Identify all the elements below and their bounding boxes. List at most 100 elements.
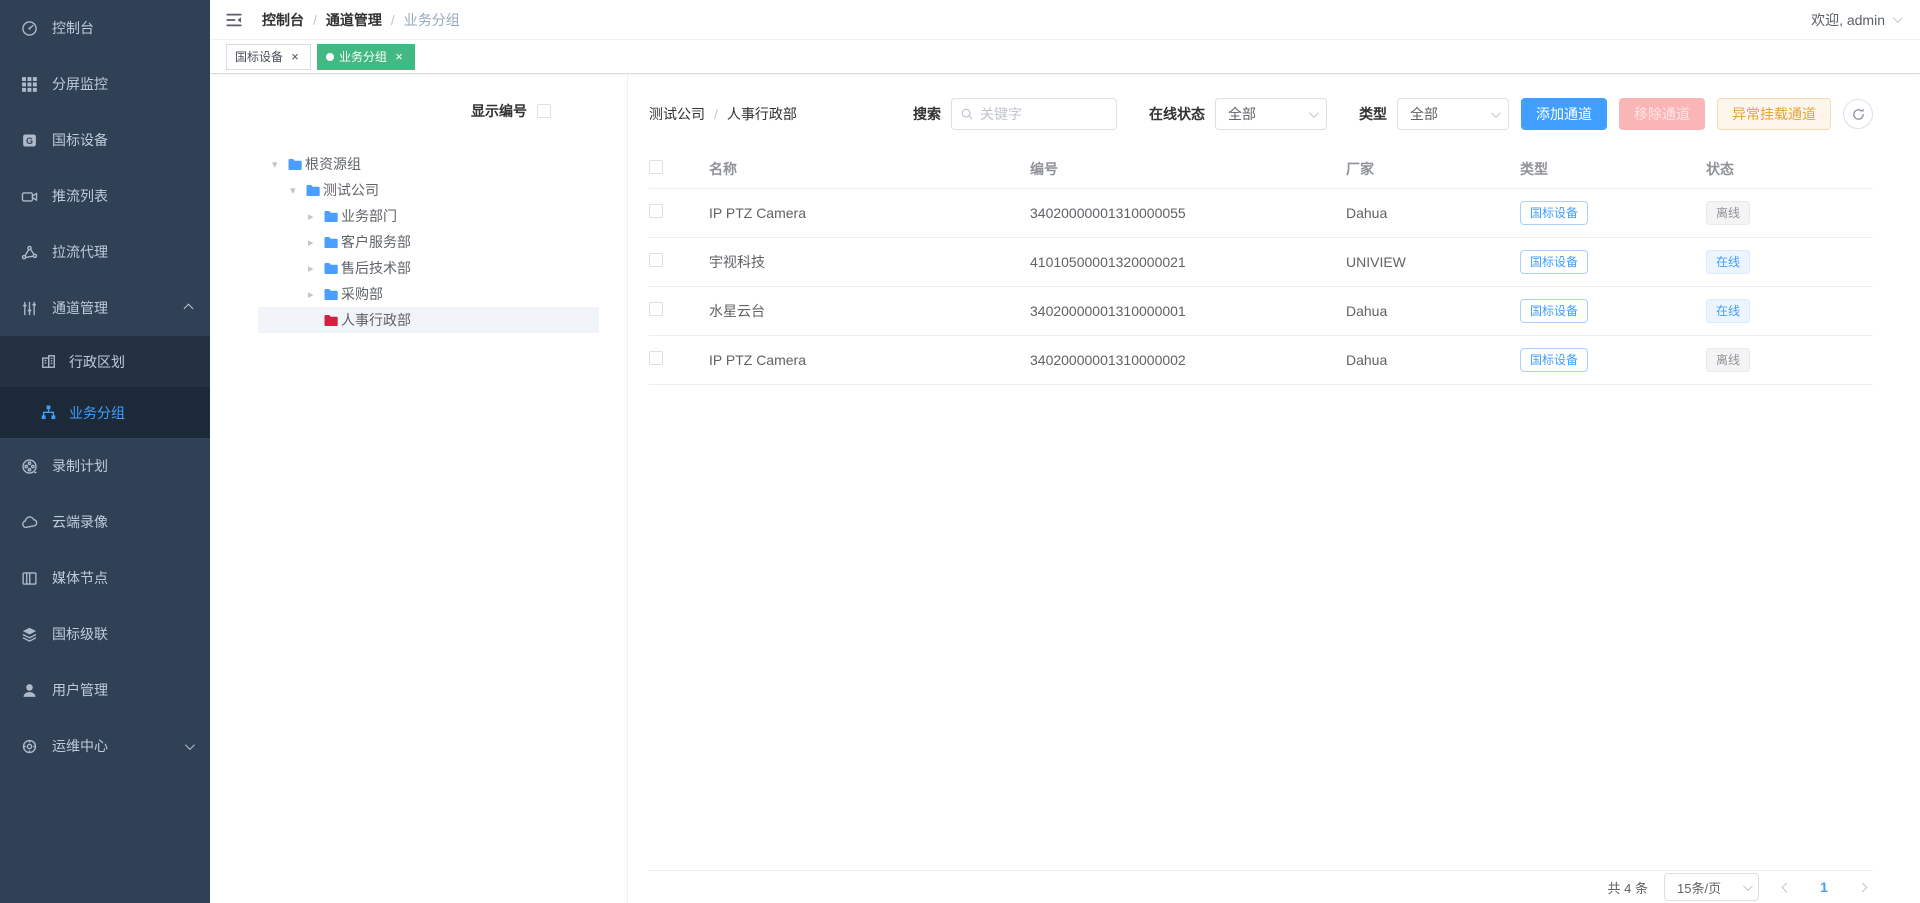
cell-vendor: Dahua	[1346, 335, 1520, 384]
tree-node-test-company[interactable]: ▾测试公司	[258, 177, 599, 203]
status-badge: 离线	[1706, 201, 1750, 225]
sidebar-item-label: 拉流代理	[52, 242, 108, 262]
abnormal-mount-channel-button[interactable]: 异常挂载通道	[1717, 98, 1831, 130]
cell-vendor: UNIVIEW	[1346, 237, 1520, 286]
sidebar-item-label: 国标设备	[52, 130, 108, 150]
sidebar-item-gb-cascade[interactable]: 国标级联	[0, 606, 210, 662]
sidebar-item-business-group[interactable]: 业务分组	[0, 387, 210, 438]
online-status-label: 在线状态	[1149, 104, 1205, 124]
close-icon[interactable]: ×	[288, 50, 302, 64]
next-page-button[interactable]	[1851, 876, 1873, 898]
chevron-down-icon	[1491, 108, 1501, 118]
sidebar-item-push-stream-list[interactable]: 推流列表	[0, 168, 210, 224]
sidebar-item-user-management[interactable]: 用户管理	[0, 662, 210, 718]
toolbar: 测试公司 / 人事行政部 搜索 在线状态 全部	[649, 98, 1873, 130]
sidebar-item-label: 控制台	[52, 18, 94, 38]
sidebar-item-label: 媒体节点	[52, 568, 108, 588]
sliders-icon	[20, 299, 38, 317]
tree-node-purchasing-dept[interactable]: ▸采购部	[258, 281, 599, 307]
sidebar-item-label: 用户管理	[52, 680, 108, 700]
col-type: 类型	[1520, 150, 1706, 188]
sidebar-item-label: 业务分组	[69, 403, 125, 423]
show-number-checkbox[interactable]	[537, 104, 551, 118]
page-size-select[interactable]: 15条/页	[1664, 873, 1759, 901]
chevron-down-icon	[185, 740, 195, 750]
breadcrumb-channel-management[interactable]: 通道管理	[326, 10, 382, 30]
sidebar-item-media-nodes[interactable]: 媒体节点	[0, 550, 210, 606]
col-name: 名称	[709, 150, 1030, 188]
tree-node-root-resource-group[interactable]: ▾ 根资源组	[258, 151, 599, 177]
type-select[interactable]: 全部	[1397, 98, 1509, 130]
type-tag[interactable]: 国标设备	[1520, 201, 1588, 225]
tree-node-business-dept[interactable]: ▸ 业务部门	[258, 203, 599, 229]
remove-channel-button[interactable]: 移除通道	[1619, 98, 1705, 130]
row-checkbox[interactable]	[649, 253, 663, 267]
caret-expanded-icon[interactable]: ▾	[272, 158, 287, 171]
tree-node-hr-admin-dept[interactable]: 人事行政部	[258, 307, 599, 333]
welcome-text: 欢迎, admin	[1811, 10, 1885, 30]
caret-collapsed-icon[interactable]: ▸	[308, 262, 323, 275]
sidebar-item-pull-stream-proxy[interactable]: 拉流代理	[0, 224, 210, 280]
table-row: IP PTZ Camera34020000001310000055Dahua国标…	[649, 188, 1873, 237]
select-all-checkbox[interactable]	[649, 160, 663, 174]
sidebar-item-cloud-recording[interactable]: 云端录像	[0, 494, 210, 550]
sidebar-item-channel-management[interactable]: 通道管理	[0, 280, 210, 336]
user-menu[interactable]: 欢迎, admin	[1811, 10, 1900, 30]
tabs-bar: 国标设备×业务分组×	[210, 40, 1920, 74]
refresh-button[interactable]	[1843, 99, 1873, 129]
tree-node-label: 业务部门	[341, 206, 397, 226]
sidebar-item-label: 国标级联	[52, 624, 108, 644]
folder-icon	[287, 157, 303, 171]
sidebar-item-split-screen-monitor[interactable]: 分屏监控	[0, 56, 210, 112]
hamburger-icon[interactable]	[224, 10, 244, 30]
cell-name: 水星云台	[709, 286, 1030, 335]
tree-node-customer-service-dept[interactable]: ▸客户服务部	[258, 229, 599, 255]
close-icon[interactable]: ×	[392, 50, 406, 64]
cell-name: IP PTZ Camera	[709, 188, 1030, 237]
type-tag[interactable]: 国标设备	[1520, 250, 1588, 274]
type-tag[interactable]: 国标设备	[1520, 299, 1588, 323]
sidebar-item-console[interactable]: 控制台	[0, 0, 210, 56]
chevron-down-icon	[1309, 108, 1319, 118]
caret-collapsed-icon[interactable]: ▸	[308, 288, 323, 301]
sidebar-item-gb-devices[interactable]: G 国标设备	[0, 112, 210, 168]
sidebar-item-administrative-district[interactable]: 行政区划	[0, 336, 210, 387]
col-vendor: 厂家	[1346, 150, 1520, 188]
search-input[interactable]	[980, 106, 1108, 122]
online-status-value: 全部	[1228, 104, 1256, 124]
tree-head: 显示编号	[210, 101, 627, 121]
org-chart-icon	[40, 404, 57, 421]
tree-panel: 显示编号 ▾根资源组▾测试公司▸业务部门▸客户服务部▸售后技术部▸采购部人事行政…	[210, 74, 628, 903]
online-status-select[interactable]: 全部	[1215, 98, 1327, 130]
row-checkbox[interactable]	[649, 302, 663, 316]
pagination: 共 4 条 15条/页 1	[649, 870, 1873, 903]
folder-icon	[323, 209, 339, 223]
tree-node-after-sales-tech-dept[interactable]: ▸售后技术部	[258, 255, 599, 281]
sidebar-item-ops-center[interactable]: 运维中心	[0, 718, 210, 774]
sidebar-item-label: 云端录像	[52, 512, 108, 532]
add-channel-button[interactable]: 添加通道	[1521, 98, 1607, 130]
tab-active-业务分组[interactable]: 业务分组×	[317, 44, 415, 70]
row-checkbox[interactable]	[649, 204, 663, 218]
cell-name: 宇视科技	[709, 237, 1030, 286]
caret-expanded-icon[interactable]: ▾	[290, 184, 305, 197]
row-checkbox[interactable]	[649, 351, 663, 365]
type-tag[interactable]: 国标设备	[1520, 348, 1588, 372]
topbar-left: 控制台 / 通道管理 / 业务分组	[224, 10, 460, 30]
resource-tree: ▾根资源组▾测试公司▸业务部门▸客户服务部▸售后技术部▸采购部人事行政部	[258, 151, 599, 333]
app-root: 控制台分屏监控G国标设备推流列表拉流代理通道管理行政区划业务分组录制计划云端录像…	[0, 0, 1920, 903]
caret-collapsed-icon[interactable]: ▸	[308, 236, 323, 249]
table-row: 宇视科技41010500001320000021UNIVIEW国标设备在线	[649, 237, 1873, 286]
main-area: 控制台 / 通道管理 / 业务分组 欢迎, admin 国标设备×业务分组× 显…	[210, 0, 1920, 903]
tree-node-label: 根资源组	[305, 154, 361, 174]
prev-page-button[interactable]	[1775, 876, 1797, 898]
search-icon	[960, 107, 974, 121]
caret-collapsed-icon[interactable]: ▸	[308, 210, 323, 223]
tab-国标设备[interactable]: 国标设备×	[226, 44, 311, 70]
sidebar-item-record-plan[interactable]: 录制计划	[0, 438, 210, 494]
camera-icon	[20, 187, 38, 205]
breadcrumb-console[interactable]: 控制台	[262, 10, 304, 30]
svg-text:G: G	[25, 135, 32, 145]
current-page-number[interactable]: 1	[1813, 879, 1835, 895]
table-panel: 测试公司 / 人事行政部 搜索 在线状态 全部	[628, 74, 1920, 903]
